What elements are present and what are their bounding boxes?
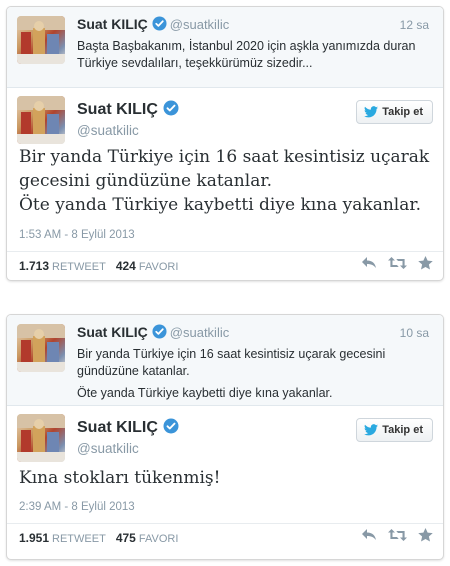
author-handle[interactable]: @suatkilic: [77, 123, 139, 138]
in-reply-to-tweet[interactable]: Suat KILIÇ @suatkilic 12 sa Başta Başbaka…: [7, 7, 443, 88]
tweet-text-line: Başta Başbakanım, İstanbul 2020 için aşk…: [77, 39, 416, 70]
tweet-stats: 1.951 RETWEET 475 FAVORI: [7, 523, 443, 552]
tweet-time[interactable]: 10 sa: [400, 326, 429, 340]
reply-icon[interactable]: [361, 256, 377, 270]
tweet-text-line: Öte yanda Türkiye kaybetti diye kına yak…: [77, 386, 333, 400]
tweet-text: Bir yanda Türkiye için 16 saat kesintisi…: [19, 145, 433, 217]
star-icon[interactable]: [418, 528, 433, 542]
verified-badge-icon: [152, 324, 167, 342]
follow-label[interactable]: Takip et: [382, 106, 423, 118]
tweet-timestamp[interactable]: 1:53 AM - 8 Eylül 2013: [19, 229, 135, 241]
retweet-icon[interactable]: [388, 256, 407, 270]
twitter-bird-icon: [364, 424, 379, 436]
tweet-timestamp[interactable]: 2:39 AM - 8 Eylül 2013: [19, 501, 135, 513]
tweet-text: Bir yanda Türkiye için 16 saat kesintisi…: [77, 346, 429, 402]
avatar[interactable]: [17, 96, 65, 144]
follow-button[interactable]: Takip et: [356, 418, 433, 442]
retweet-icon[interactable]: [388, 528, 407, 542]
retweet-count[interactable]: 1.713 RETWEET: [19, 259, 106, 273]
tweet-stats: 1.713 RETWEET 424 FAVORI: [7, 251, 443, 280]
tweet-text-line: Bir yanda Türkiye için 16 saat kesintisi…: [19, 147, 430, 191]
tweet-time[interactable]: 12 sa: [400, 18, 429, 32]
tweet-text: Kına stokları tükenmiş!: [19, 466, 433, 490]
favorite-count[interactable]: 424 FAVORI: [116, 259, 179, 273]
author-handle[interactable]: @suatkilic: [170, 325, 229, 340]
tweet-text-line: Öte yanda Türkiye kaybetti diye kına yak…: [19, 195, 422, 215]
tweet-text-line: Bir yanda Türkiye için 16 saat kesintisi…: [77, 347, 386, 378]
tweet-text-line: Kına stokları tükenmiş!: [19, 468, 221, 488]
author-handle[interactable]: @suatkilic: [170, 17, 229, 32]
reply-icon[interactable]: [361, 528, 377, 542]
verified-badge-icon: [152, 16, 167, 34]
tweet-actions: [361, 528, 433, 542]
follow-label[interactable]: Takip et: [382, 424, 423, 436]
verified-badge-icon: [163, 100, 179, 121]
tweet-actions: [361, 256, 433, 270]
author-name[interactable]: Suat KILIÇ: [77, 100, 179, 121]
verified-badge-icon: [163, 418, 179, 439]
tweet-text: Başta Başbakanım, İstanbul 2020 için aşk…: [77, 38, 429, 72]
author-name[interactable]: Suat KILIÇ: [77, 418, 179, 439]
author-handle[interactable]: @suatkilic: [77, 441, 139, 456]
retweet-count[interactable]: 1.951 RETWEET: [19, 531, 106, 545]
follow-button[interactable]: Takip et: [356, 100, 433, 124]
star-icon[interactable]: [418, 256, 433, 270]
tweet-card-2: Suat KILIÇ @suatkilic 10 sa Bir yanda Tür…: [6, 314, 444, 560]
avatar[interactable]: [17, 324, 65, 372]
twitter-bird-icon: [364, 106, 379, 118]
tweet-card-1: Suat KILIÇ @suatkilic 12 sa Başta Başbaka…: [6, 6, 444, 281]
in-reply-to-tweet[interactable]: Suat KILIÇ @suatkilic 10 sa Bir yanda Tür…: [7, 315, 443, 406]
avatar[interactable]: [17, 414, 65, 462]
avatar[interactable]: [17, 16, 65, 64]
favorite-count[interactable]: 475 FAVORI: [116, 531, 179, 545]
author-name[interactable]: Suat KILIÇ @suatkilic: [77, 324, 229, 342]
author-name[interactable]: Suat KILIÇ @suatkilic: [77, 16, 229, 34]
